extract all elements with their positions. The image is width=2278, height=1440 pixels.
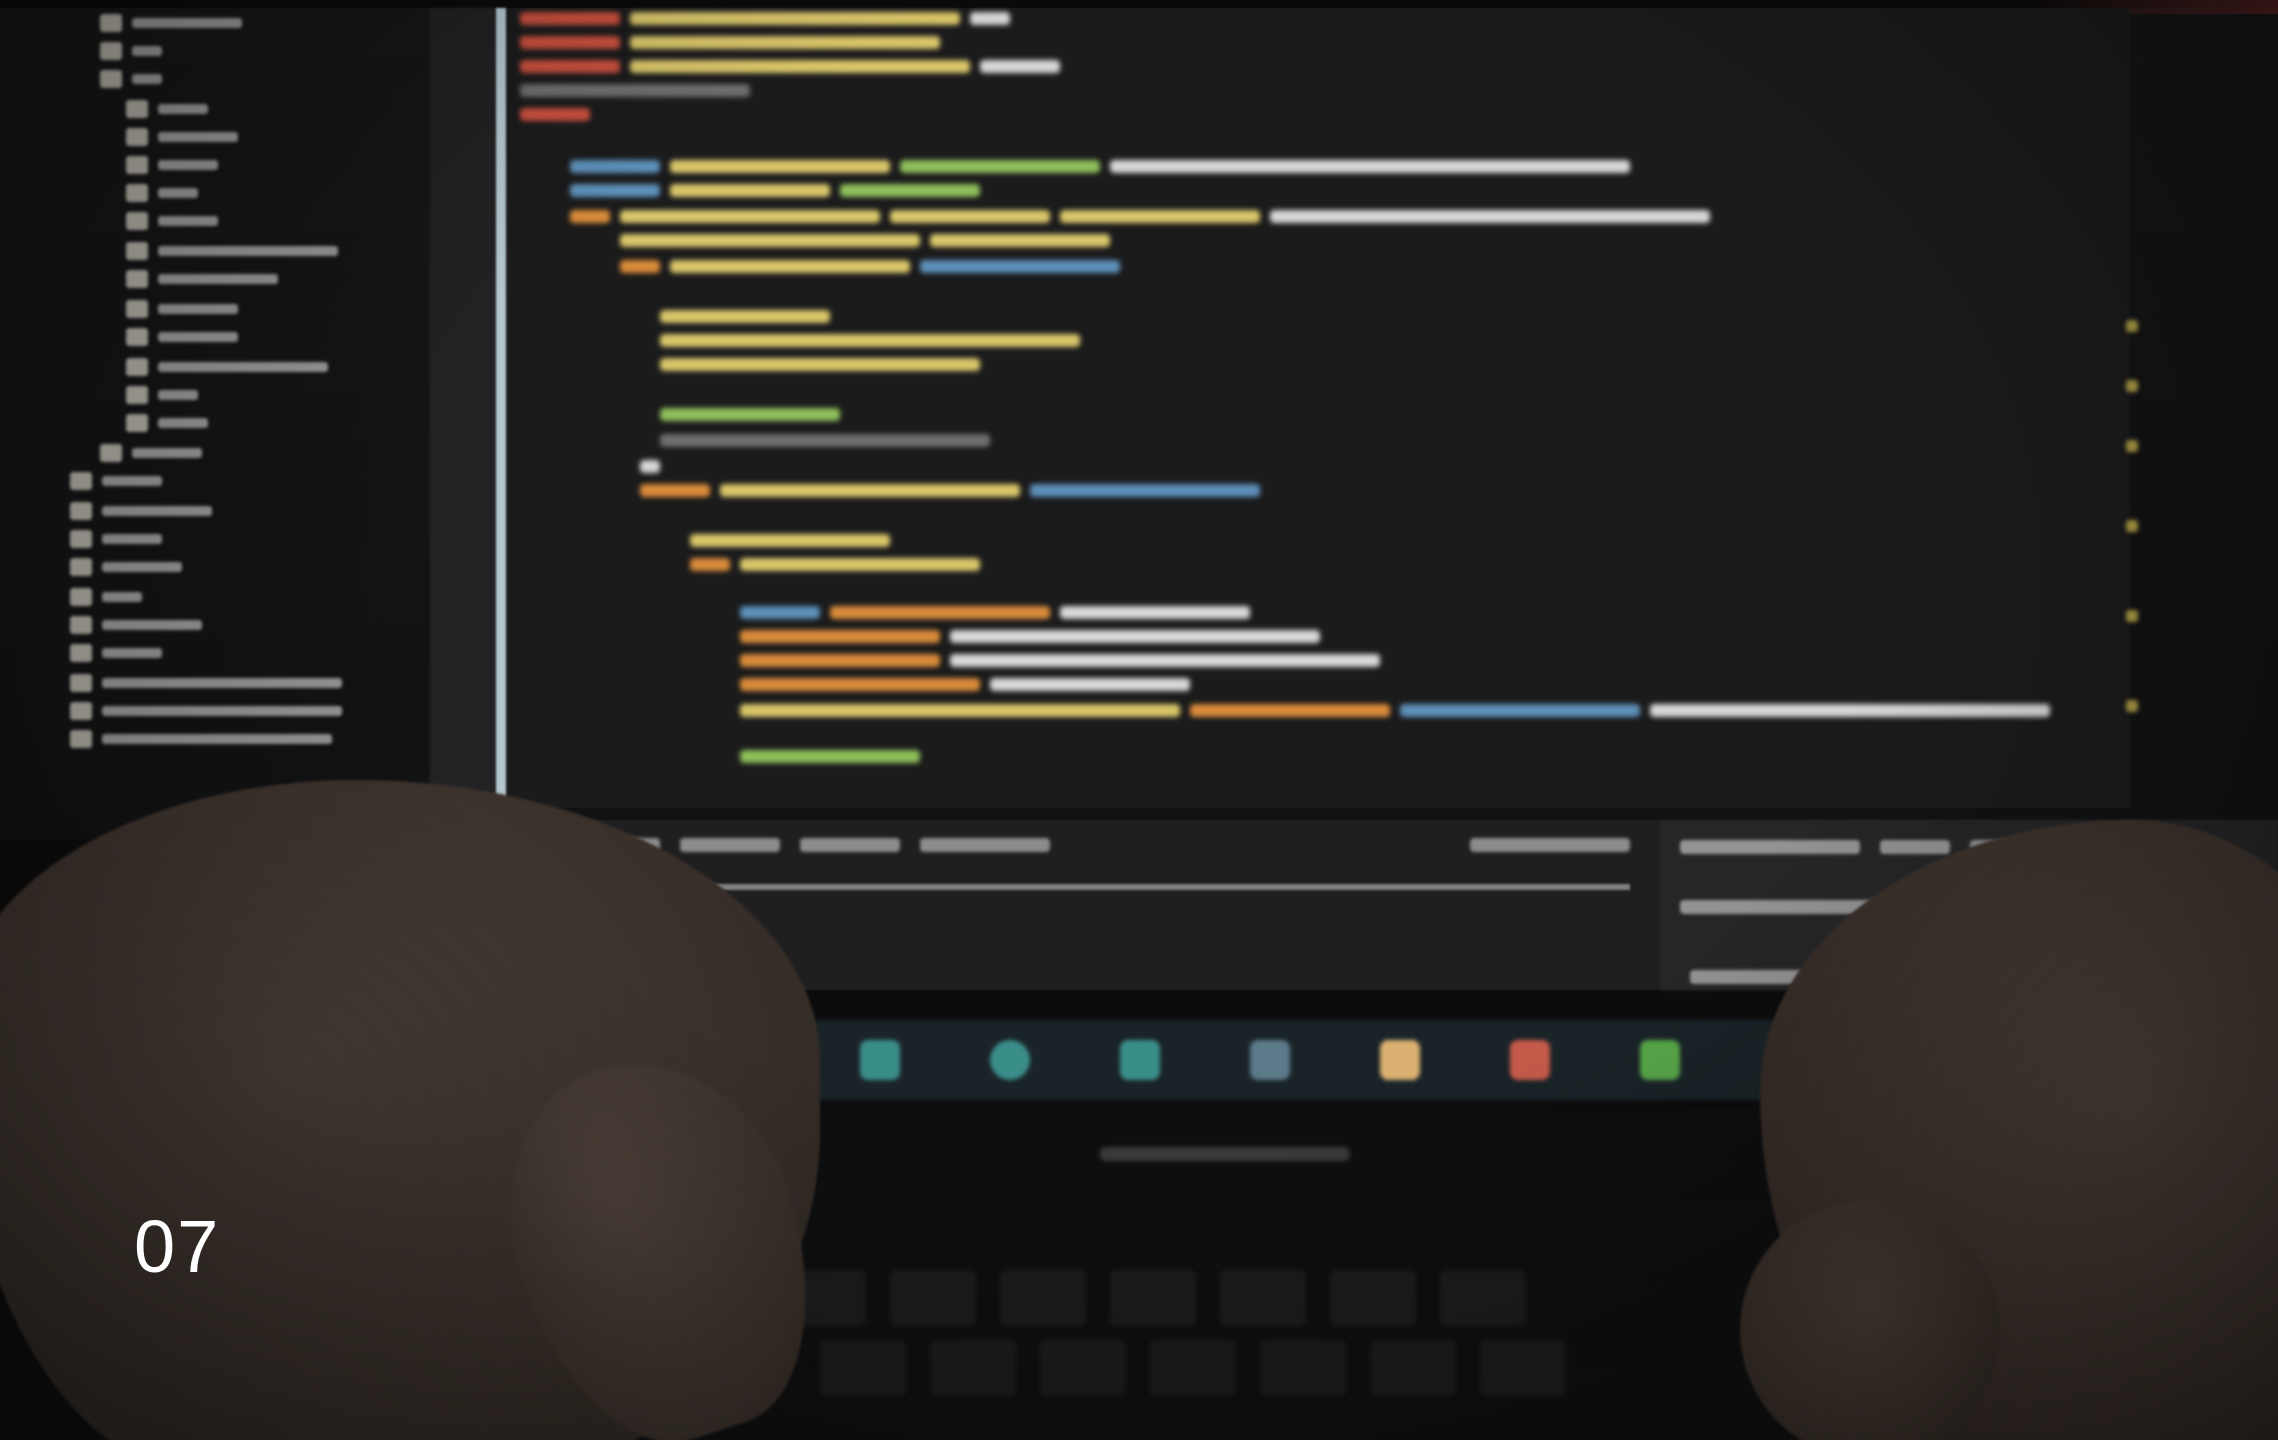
photo-scene: 07	[0, 0, 2278, 1440]
slide-number: 07	[134, 1205, 221, 1288]
photo-vignette	[0, 0, 2278, 1440]
